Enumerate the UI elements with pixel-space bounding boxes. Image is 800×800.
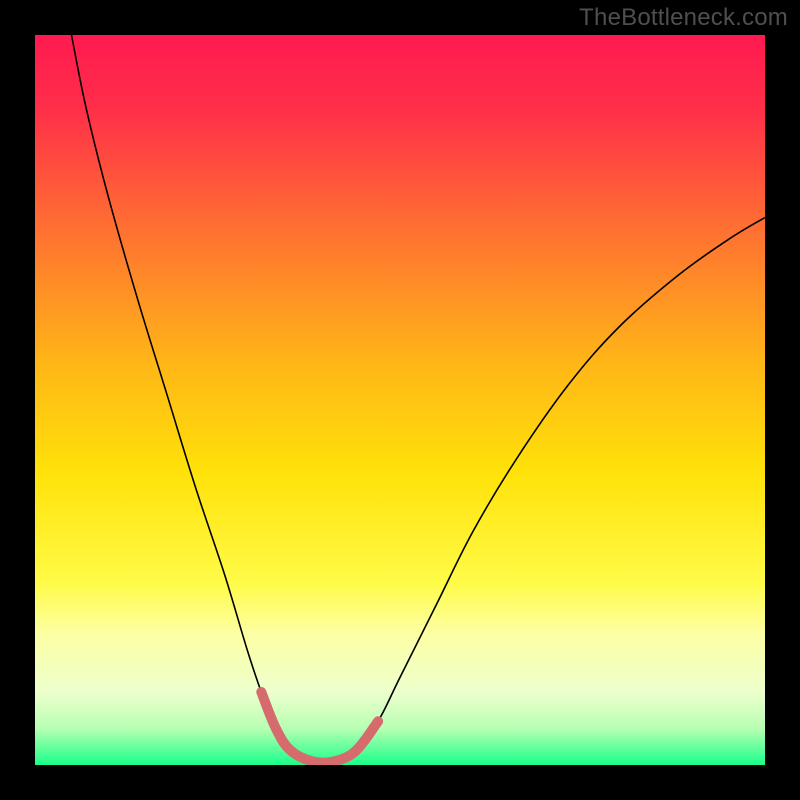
gradient-background — [35, 35, 765, 765]
watermark-label: TheBottleneck.com — [579, 4, 788, 32]
chart-frame: TheBottleneck.com — [0, 0, 800, 800]
bottleneck-plot-svg — [35, 35, 765, 765]
plot-area — [35, 35, 765, 765]
